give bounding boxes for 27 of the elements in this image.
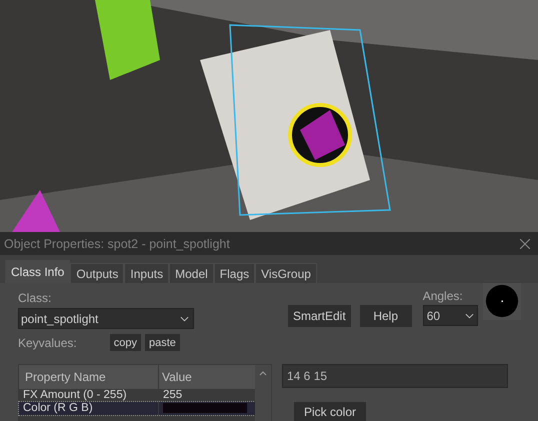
tab[interactable]: Model xyxy=(169,263,214,283)
angles-label: Angles: xyxy=(422,289,464,303)
value-field[interactable]: 14 6 15 xyxy=(282,364,508,388)
keyvalues-label: Keyvalues: xyxy=(18,336,77,350)
tab[interactable]: Inputs xyxy=(124,263,170,283)
keyvalues-button[interactable]: copy xyxy=(110,334,141,351)
caret-icon xyxy=(464,312,474,318)
property-name: Color (R G B) xyxy=(19,402,159,415)
property-value: 255 xyxy=(162,389,184,402)
close-icon[interactable] xyxy=(520,238,530,248)
pick-color-button[interactable]: Pick color xyxy=(294,402,366,421)
angle-dial[interactable] xyxy=(482,283,521,320)
dialog-button[interactable]: Help xyxy=(360,305,412,327)
column-header[interactable]: Value xyxy=(159,365,255,389)
tab[interactable]: VisGroup xyxy=(255,263,317,283)
angles-dropdown[interactable]: 60 xyxy=(422,305,478,326)
tab[interactable]: Flags xyxy=(214,263,256,283)
keyvalues-button[interactable]: paste xyxy=(144,334,180,351)
dialog-title: Object Properties: spot2 - point_spotlight xyxy=(4,236,230,250)
caret-icon xyxy=(180,316,189,322)
class-label: Class: xyxy=(18,291,52,305)
dialog-button[interactable]: SmartEdit xyxy=(288,305,351,327)
scroll-up-icon[interactable] xyxy=(258,371,266,376)
class-dropdown[interactable]: point_spotlight xyxy=(18,308,194,329)
tab[interactable]: Outputs xyxy=(70,263,124,283)
tab[interactable]: Class Info xyxy=(5,260,70,283)
property-row[interactable]: Color (R G B) xyxy=(19,402,255,415)
